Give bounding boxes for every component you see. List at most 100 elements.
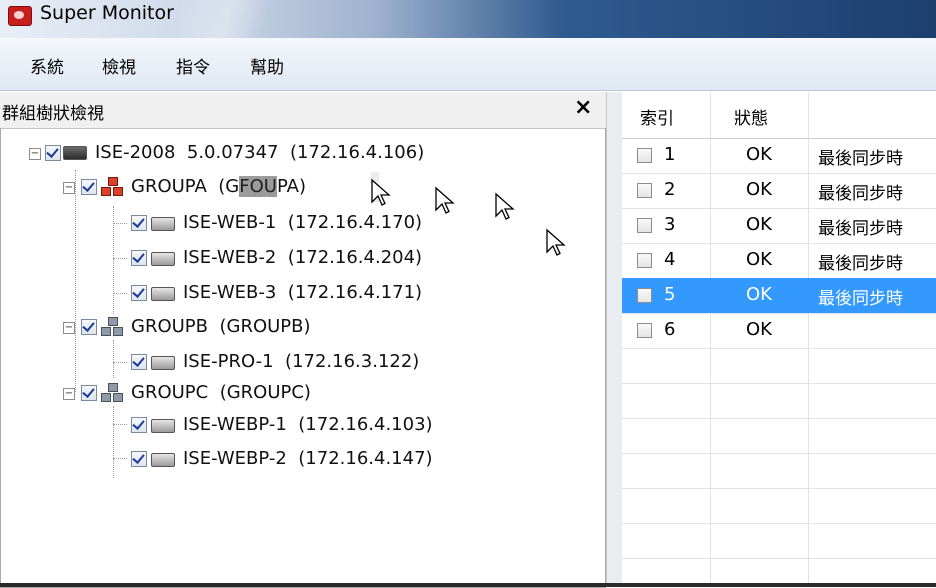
grid-row-empty (622, 453, 936, 489)
title-bar: Super Monitor (0, 0, 936, 38)
row-info: 最後同步時 (818, 149, 903, 169)
ise-webp-2-label: ISE-WEBP-2 (172.16.4.147) (183, 444, 433, 474)
window-title: Super Monitor (40, 2, 174, 24)
grid-row-empty (622, 418, 936, 454)
groupa-alias-start: (G (218, 176, 240, 197)
device-icon (151, 217, 175, 231)
row-checkbox[interactable] (637, 323, 652, 338)
root-label: ISE-2008 5.0.07347 (172.16.4.106) (95, 138, 424, 168)
ise-pro-1-label: ISE-PRO-1 (172.16.3.122) (183, 347, 419, 377)
pane-title: 群組樹狀檢視 (2, 104, 104, 124)
drag-cursor-icon (546, 228, 566, 256)
drag-cursor-icon (495, 192, 515, 220)
row-index: 6 (664, 319, 676, 340)
grid-row-empty (622, 488, 936, 524)
groupb-checkbox[interactable] (81, 319, 97, 335)
row-info: 最後同步時 (818, 254, 903, 274)
group-tree-pane: 群組樹狀檢視 × − ISE-2008 5.0.07347 (172.16.4.… (0, 92, 606, 588)
col-header-status[interactable]: 狀態 (734, 104, 768, 129)
node-name: ISE-WEB-3 (183, 282, 277, 303)
row-status: OK (746, 144, 772, 165)
menu-command[interactable]: 指令 (176, 53, 210, 78)
tree-node-ise-web-3[interactable]: ISE-WEB-3 (172.16.4.171) (1, 278, 601, 308)
groupb-name: GROUPB (131, 316, 209, 337)
grid-row-empty (622, 523, 936, 559)
tree-node-groupb[interactable]: − GROUPB (GROUPB) (1, 312, 601, 342)
grid-row[interactable]: 2 OK 最後同步時 (622, 173, 936, 209)
drag-cursor-icon (435, 186, 455, 214)
collapse-icon[interactable]: − (63, 388, 75, 400)
row-checkbox[interactable] (637, 288, 652, 303)
groupb-alias: (GROUPB) (219, 316, 311, 337)
ise-webp-1-checkbox[interactable] (131, 417, 147, 433)
device-grid: 索引 狀態 1 OK 最後同步時 2 OK 最後同步時 3 OK 最後同步時 4… (622, 92, 936, 587)
ise-webp-2-checkbox[interactable] (131, 451, 147, 467)
tree-node-ise-web-2[interactable]: ISE-WEB-2 (172.16.4.204) (1, 243, 601, 273)
row-status: OK (746, 179, 772, 200)
menu-bar: 系統 檢視 指令 幫助 (0, 38, 936, 91)
device-icon (151, 252, 175, 266)
close-icon[interactable]: × (574, 95, 592, 120)
ise-web-2-label: ISE-WEB-2 (172.16.4.204) (183, 243, 422, 273)
tree-node-ise-webp-1[interactable]: ISE-WEBP-1 (172.16.4.103) (1, 410, 601, 440)
device-icon (151, 287, 175, 301)
root-name: ISE-2008 (95, 142, 176, 163)
row-checkbox[interactable] (637, 218, 652, 233)
collapse-icon[interactable]: − (63, 322, 75, 334)
row-checkbox[interactable] (637, 183, 652, 198)
node-ip: (172.16.4.170) (287, 212, 423, 233)
row-status: OK (746, 214, 772, 235)
groupb-label: GROUPB (GROUPB) (131, 312, 311, 342)
groupc-alias: (GROUPC) (219, 382, 311, 403)
collapse-icon[interactable]: − (63, 182, 75, 194)
tree-node-groupc[interactable]: − GROUPC (GROUPC) (1, 378, 601, 408)
groupc-checkbox[interactable] (81, 385, 97, 401)
row-checkbox[interactable] (637, 148, 652, 163)
row-status: OK (746, 249, 772, 270)
row-index: 4 (664, 249, 676, 270)
row-index: 3 (664, 214, 676, 235)
row-checkbox[interactable] (637, 253, 652, 268)
ise-web-1-checkbox[interactable] (131, 215, 147, 231)
grid-row[interactable]: 1 OK 最後同步時 (622, 138, 936, 174)
device-icon (151, 356, 175, 370)
ise-web-3-checkbox[interactable] (131, 285, 147, 301)
menu-view[interactable]: 檢視 (102, 53, 136, 78)
node-name: ISE-WEBP-2 (183, 448, 287, 469)
groupc-label: GROUPC (GROUPC) (131, 378, 311, 408)
grid-row-selected[interactable]: 5 OK 最後同步時 (622, 278, 936, 314)
node-ip: (172.16.4.204) (287, 247, 423, 268)
menu-help[interactable]: 幫助 (250, 53, 284, 78)
grid-row[interactable]: 3 OK 最後同步時 (622, 208, 936, 244)
root-ip: (172.16.4.106) (289, 142, 425, 163)
grid-row[interactable]: 6 OK (622, 313, 936, 349)
node-name: ISE-WEBP-1 (183, 414, 287, 435)
grid-row[interactable]: 4 OK 最後同步時 (622, 243, 936, 279)
col-header-index[interactable]: 索引 (640, 104, 674, 129)
row-info: 最後同步時 (818, 184, 903, 204)
menu-system[interactable]: 系統 (30, 53, 64, 78)
node-ip: (172.16.4.147) (298, 448, 433, 469)
root-checkbox[interactable] (45, 145, 61, 161)
window-bottom-border (0, 583, 936, 587)
ise-web-1-label: ISE-WEB-1 (172.16.4.170) (183, 208, 422, 238)
node-ip: (172.16.4.103) (298, 414, 433, 435)
groupa-name: GROUPA (131, 176, 207, 197)
grid-row-empty (622, 348, 936, 384)
device-icon (151, 419, 175, 433)
tree-node-ise-webp-2[interactable]: ISE-WEBP-2 (172.16.4.147) (1, 444, 601, 474)
ise-pro-1-checkbox[interactable] (131, 354, 147, 370)
node-name: ISE-WEB-2 (183, 247, 277, 268)
groupa-checkbox[interactable] (81, 179, 97, 195)
tree-node-ise-pro-1[interactable]: ISE-PRO-1 (172.16.3.122) (1, 347, 601, 377)
app-icon[interactable] (8, 6, 32, 26)
root-version: 5.0.07347 (186, 142, 279, 163)
groupa-alias-end: PA) (276, 176, 307, 197)
grid-header: 索引 狀態 (622, 92, 936, 139)
collapse-icon[interactable]: − (29, 148, 41, 160)
server-icon (63, 146, 87, 160)
ise-web-2-checkbox[interactable] (131, 250, 147, 266)
tree-node-root[interactable]: − ISE-2008 5.0.07347 (172.16.4.106) (1, 138, 601, 168)
device-icon (151, 453, 175, 467)
node-name: ISE-PRO-1 (183, 351, 274, 372)
